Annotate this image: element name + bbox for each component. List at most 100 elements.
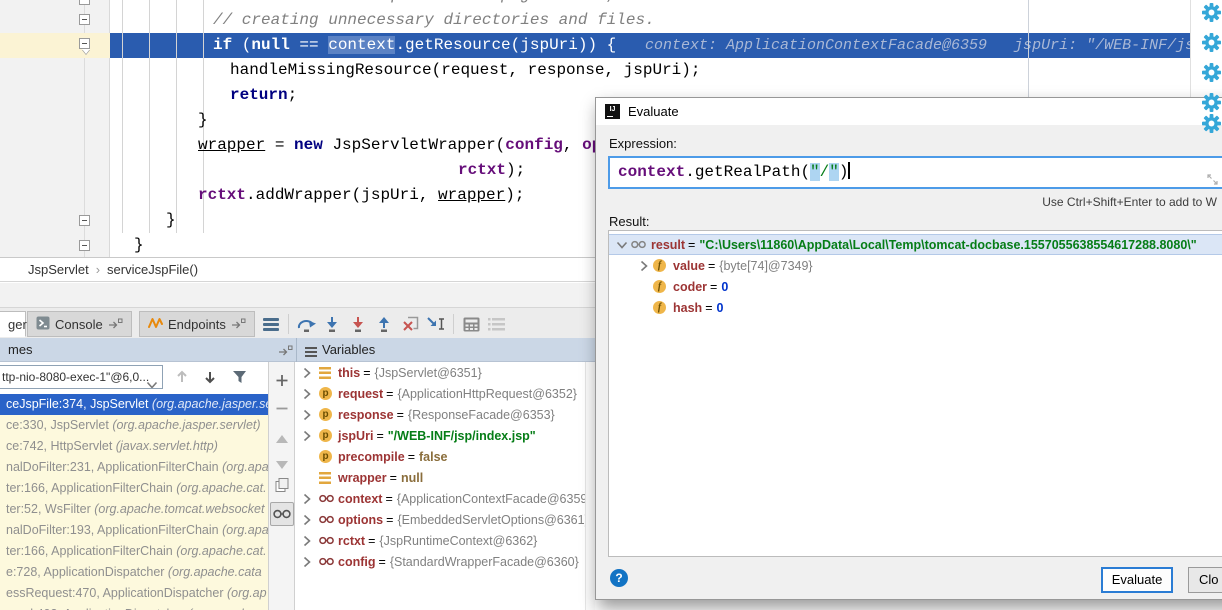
layout-settings-icon[interactable] xyxy=(484,312,510,336)
frame-row[interactable]: ceJspFile:374, JspServlet (org.apache.ja… xyxy=(0,394,268,415)
frame-row[interactable]: ce:742, HttpServlet (javax.servlet.http) xyxy=(0,436,268,457)
variables-side-toolbar xyxy=(268,362,295,610)
chevron-right-icon[interactable] xyxy=(303,430,319,442)
result-row[interactable]: result="C:\Users\11860\AppData\Local\Tem… xyxy=(609,234,1222,255)
variable-name: jspUri xyxy=(338,429,373,443)
step-into-icon[interactable] xyxy=(319,312,345,336)
evaluate-button[interactable]: Evaluate xyxy=(1101,567,1173,593)
chevron-right-icon[interactable] xyxy=(303,388,319,400)
frame-row[interactable]: e:728, ApplicationDispatcher (org.apache… xyxy=(0,562,268,583)
frame-package: (org.apache.cat. xyxy=(176,544,266,558)
chevron-right-icon[interactable] xyxy=(303,556,319,568)
variable-row[interactable]: wrapper=null xyxy=(295,467,595,488)
variable-value: "/WEB-INF/jsp/index.jsp" xyxy=(388,429,536,443)
result-row[interactable]: fcoder=0 xyxy=(609,276,1222,297)
up-arrow-icon[interactable] xyxy=(176,370,188,389)
chevron-right-icon[interactable] xyxy=(303,367,319,379)
thread-selector-dropdown[interactable]: ttp-nio-8080-exec-1"@6,0... xyxy=(0,365,163,389)
frame-row[interactable]: ter:166, ApplicationFilterChain (org.apa… xyxy=(0,478,268,499)
chevron-right-icon[interactable] xyxy=(635,260,653,272)
variable-name: this xyxy=(338,366,360,380)
field-icon: f xyxy=(653,280,666,293)
breadcrumb-separator: › xyxy=(89,262,107,277)
expand-input-icon[interactable] xyxy=(1207,172,1218,190)
variable-row[interactable]: context={ApplicationContextFacade@6359} xyxy=(295,488,595,509)
step-over-icon[interactable] xyxy=(293,312,319,336)
frames-list: ceJspFile:374, JspServlet (org.apache.ja… xyxy=(0,394,268,610)
variable-row[interactable]: pjspUri="/WEB-INF/jsp/index.jsp" xyxy=(295,425,595,446)
field-icon: f xyxy=(653,301,666,314)
code-line: // creating unnecessary directories and … xyxy=(0,8,1222,33)
triangle-up-icon[interactable] xyxy=(276,430,288,448)
jump-to-icon xyxy=(231,317,246,332)
triangle-down-icon[interactable] xyxy=(276,456,288,474)
frame-location: essRequest:470, ApplicationDispatcher xyxy=(6,586,227,600)
frame-location: ter:52, WsFilter xyxy=(6,502,94,516)
inline-debugger-hint: context: ApplicationContextFacade@6359 j… xyxy=(645,33,1222,58)
jump-to-icon[interactable] xyxy=(278,344,293,359)
glasses-icon[interactable] xyxy=(270,502,294,526)
variable-row[interactable]: this={JspServlet@6351} xyxy=(295,362,595,383)
gear-icon[interactable] xyxy=(1202,63,1221,87)
frame-location: ter:166, ApplicationFilterChain xyxy=(6,481,176,495)
expression-input[interactable]: context.getRealPath("/") xyxy=(608,156,1222,189)
chevron-right-icon[interactable] xyxy=(303,409,319,421)
gear-icon[interactable] xyxy=(1202,33,1221,57)
variable-row[interactable]: config={StandardWrapperFacade@6360} xyxy=(295,551,595,572)
variable-name: response xyxy=(338,408,394,422)
step-out-icon[interactable] xyxy=(371,312,397,336)
chevron-right-icon[interactable] xyxy=(303,514,319,526)
variable-row[interactable]: presponse={ResponseFacade@6353} xyxy=(295,404,595,425)
frames-panel-title: mes xyxy=(8,342,33,357)
frame-row[interactable]: nalDoFilter:193, ApplicationFilterChain … xyxy=(0,520,268,541)
variables-menu-icon[interactable] xyxy=(305,345,317,360)
tab-console[interactable]: Console xyxy=(27,311,132,337)
frame-row[interactable]: ward:403, ApplicationDispatcher (org.apa… xyxy=(0,604,268,610)
minus-icon[interactable] xyxy=(275,402,288,420)
dialog-titlebar[interactable]: IJ Evaluate xyxy=(596,98,1222,125)
watched-field-icon xyxy=(319,492,334,506)
variable-row[interactable]: pprecompile=false xyxy=(295,446,595,467)
panel-divider[interactable] xyxy=(296,338,297,362)
help-icon[interactable]: ? xyxy=(610,569,628,587)
plus-icon[interactable] xyxy=(275,374,288,392)
dialog-title: Evaluate xyxy=(628,104,679,119)
chevron-right-icon[interactable] xyxy=(303,493,319,505)
variables-scrollbar[interactable] xyxy=(585,362,595,610)
down-arrow-icon[interactable] xyxy=(204,370,216,389)
menu-icon[interactable] xyxy=(258,312,284,336)
frame-row[interactable]: essRequest:470, ApplicationDispatcher (o… xyxy=(0,583,268,604)
tab-debugger[interactable]: ger xyxy=(0,311,26,337)
force-step-into-icon[interactable] xyxy=(345,312,371,336)
gear-icon[interactable] xyxy=(1202,3,1221,27)
evaluate-dialog: IJ Evaluate Expression: context.getRealP… xyxy=(595,97,1222,600)
frame-row[interactable]: nalDoFilter:231, ApplicationFilterChain … xyxy=(0,457,268,478)
close-button[interactable]: Clo xyxy=(1188,567,1222,593)
toolbar-separator xyxy=(453,314,454,334)
result-row[interactable]: fhash=0 xyxy=(609,297,1222,318)
frame-row[interactable]: ter:166, ApplicationFilterChain (org.apa… xyxy=(0,541,268,562)
drop-frame-icon[interactable] xyxy=(397,312,423,336)
variables-panel: this={JspServlet@6351}prequest={Applicat… xyxy=(295,362,595,610)
filter-icon[interactable] xyxy=(232,370,247,389)
variable-name: precompile xyxy=(338,450,405,464)
frame-row[interactable]: ce:330, JspServlet (org.apache.jasper.se… xyxy=(0,415,268,436)
result-row[interactable]: fvalue={byte[74]@7349} xyxy=(609,255,1222,276)
frame-location: ce:330, JspServlet xyxy=(6,418,112,432)
gear-icon[interactable] xyxy=(1202,114,1221,138)
variable-row[interactable]: prequest={ApplicationHttpRequest@6352} xyxy=(295,383,595,404)
variable-row[interactable]: options={EmbeddedServletOptions@6361} xyxy=(295,509,595,530)
variable-name: rctxt xyxy=(338,534,365,548)
run-to-cursor-icon[interactable] xyxy=(423,312,449,336)
tab-endpoints[interactable]: Endpoints xyxy=(139,311,255,337)
variable-row[interactable]: rctxt={JspRuntimeContext@6362} xyxy=(295,530,595,551)
variable-name: config xyxy=(338,555,376,569)
breadcrumb-class[interactable]: JspServlet xyxy=(28,262,89,277)
copy-icon[interactable] xyxy=(275,478,289,497)
frame-row[interactable]: ter:52, WsFilter (org.apache.tomcat.webs… xyxy=(0,499,268,520)
breadcrumb-method[interactable]: serviceJspFile() xyxy=(107,262,198,277)
toolbar-separator xyxy=(288,314,289,334)
chevron-down-icon[interactable] xyxy=(613,241,631,249)
evaluate-expression-icon[interactable] xyxy=(458,312,484,336)
chevron-right-icon[interactable] xyxy=(303,535,319,547)
